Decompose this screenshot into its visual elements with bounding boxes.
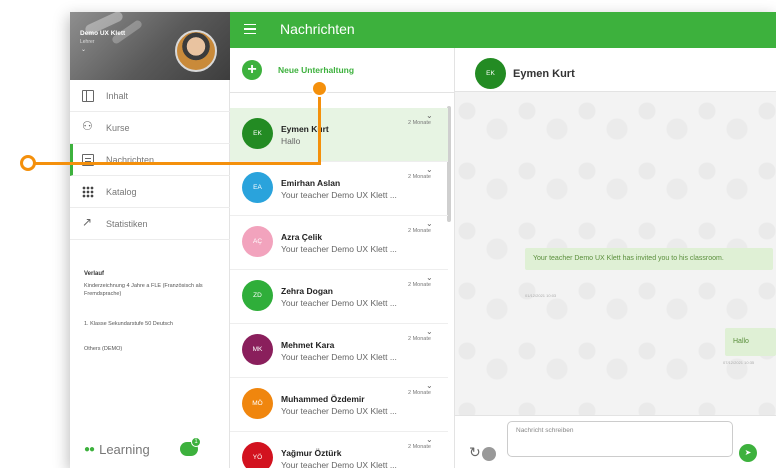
avatar: EA xyxy=(242,172,273,203)
conversation-name: Yağmur Öztürk xyxy=(281,448,342,458)
chat-header: EK Eymen Kurt xyxy=(455,48,776,92)
chevron-down-icon[interactable]: ⌄ xyxy=(426,273,433,282)
conversation-time: 2 Monate xyxy=(408,336,431,342)
conversation-time: 2 Monate xyxy=(408,444,431,450)
chevron-down-icon[interactable]: ⌄ xyxy=(426,381,433,390)
attachment-icon[interactable] xyxy=(482,447,496,461)
annotation-marker xyxy=(311,80,328,97)
sidebar-item-label: Inhalt xyxy=(106,90,129,101)
annotation-marker xyxy=(20,155,36,171)
conversation-name: Zehra Dogan xyxy=(281,286,333,296)
chat-contact-name: Eymen Kurt xyxy=(513,68,575,80)
conversation-preview: Your teacher Demo UX Klett ... xyxy=(281,298,397,308)
avatar: EK xyxy=(242,118,273,149)
sidebar-item-label: Katalog xyxy=(106,186,137,197)
profile-role: Lehrer xyxy=(80,39,95,45)
sidebar-item-label: Statistiken xyxy=(106,218,148,229)
avatar: EK xyxy=(475,58,506,89)
conversation-time: 2 Monate xyxy=(408,174,431,180)
conversation-preview: Your teacher Demo UX Klett ... xyxy=(281,352,397,362)
sidebar-item-nachrichten[interactable]: Nachrichten xyxy=(70,144,230,176)
new-conversation-label: Neue Unterhaltung xyxy=(278,65,355,75)
conversation-time: 2 Monate xyxy=(408,228,431,234)
sidebar-item-inhalt[interactable]: Inhalt xyxy=(70,80,230,112)
message-bubble: Hallo xyxy=(725,328,776,356)
brand-logo: ●● Learning xyxy=(84,442,150,457)
profile-name: Demo UX Klett xyxy=(80,30,126,37)
message-bubble: Your teacher Demo UX Klett has invited y… xyxy=(525,248,773,270)
conversation-item[interactable]: ZD Zehra Dogan Your teacher Demo UX Klet… xyxy=(230,270,448,324)
conversation-name: Muhammed Özdemir xyxy=(281,394,365,404)
annotation-line xyxy=(34,162,321,165)
conversation-name: Emirhan Aslan xyxy=(281,178,341,188)
people-icon xyxy=(82,119,94,134)
notification-badge: 1 xyxy=(191,437,201,447)
conversation-item[interactable]: MK Mehmet Kara Your teacher Demo UX Klet… xyxy=(230,324,448,378)
message-area[interactable]: Your teacher Demo UX Klett has invited y… xyxy=(455,93,776,415)
sidebar-item-katalog[interactable]: Katalog xyxy=(70,176,230,208)
conversation-name: Eymen Kurt xyxy=(281,124,329,134)
profile-header[interactable]: Demo UX Klett Lehrer ⌄ xyxy=(70,12,230,80)
logo-dots-icon: ●● xyxy=(84,444,95,455)
app-window: Demo UX Klett Lehrer ⌄ Inhalt Kurse Nach… xyxy=(70,12,776,468)
plus-icon: + xyxy=(242,60,262,80)
conversation-time: 2 Monate xyxy=(408,390,431,396)
conversation-item[interactable]: MÖ Muhammed Özdemir Your teacher Demo UX… xyxy=(230,378,448,432)
history-title: Verlauf xyxy=(84,271,105,277)
new-conversation-button[interactable]: + Neue Unterhaltung xyxy=(242,60,354,80)
message-timestamp: 01/12/2021 10:03 xyxy=(525,293,557,298)
avatar: MÖ xyxy=(242,388,273,419)
chevron-down-icon[interactable]: ⌄ xyxy=(81,46,86,53)
chevron-down-icon[interactable]: ⌄ xyxy=(426,327,433,336)
message-input[interactable]: Nachricht schreiben xyxy=(507,421,733,457)
conversation-preview: Your teacher Demo UX Klett ... xyxy=(281,406,397,416)
page-title: Nachrichten xyxy=(280,21,355,37)
chevron-down-icon[interactable]: ⌄ xyxy=(426,219,433,228)
chart-icon xyxy=(82,215,94,230)
chevron-down-icon[interactable]: ⌄ xyxy=(426,165,433,174)
brand-name: Learning xyxy=(99,442,150,457)
conversation-preview: Your teacher Demo UX Klett ... xyxy=(281,460,397,468)
history-item[interactable]: Kinderzeichnung 4 Jahre a FLE (Französis… xyxy=(84,282,214,298)
conversation-time: 2 Monate xyxy=(408,120,431,126)
conversation-name: Mehmet Kara xyxy=(281,340,335,350)
message-composer: ↻ Nachricht schreiben ➤ xyxy=(455,415,776,468)
conversation-item[interactable]: EA Emirhan Aslan Your teacher Demo UX Kl… xyxy=(230,162,448,216)
history-item[interactable]: 1. Klasse Sekundarstufe 50 Deutsch xyxy=(84,320,214,328)
grid-icon xyxy=(82,185,94,198)
conversation-name: Azra Çelik xyxy=(281,232,323,242)
sidebar-item-statistiken[interactable]: Statistiken xyxy=(70,208,230,240)
chevron-down-icon[interactable]: ⌄ xyxy=(426,111,433,120)
sidebar-item-kurse[interactable]: Kurse xyxy=(70,112,230,144)
conversation-preview: Your teacher Demo UX Klett ... xyxy=(281,190,397,200)
history-item[interactable]: Others (DEMO) xyxy=(84,345,214,353)
message-timestamp: 07/12/2021 10:35 xyxy=(723,360,755,365)
reload-icon[interactable]: ↻ xyxy=(469,444,481,461)
avatar: MK xyxy=(242,334,273,365)
send-button[interactable]: ➤ xyxy=(739,444,757,462)
sidebar-item-label: Kurse xyxy=(106,122,130,133)
avatar: AÇ xyxy=(242,226,273,257)
conversation-preview: Your teacher Demo UX Klett ... xyxy=(281,244,397,254)
avatar: YÖ xyxy=(242,442,273,468)
chevron-down-icon[interactable]: ⌄ xyxy=(426,435,433,444)
avatar xyxy=(175,30,217,72)
top-bar: Nachrichten xyxy=(230,12,776,48)
chat-pane: EK Eymen Kurt Your teacher Demo UX Klett… xyxy=(455,48,776,468)
conversation-time: 2 Monate xyxy=(408,282,431,288)
conversation-item[interactable]: YÖ Yağmur Öztürk Your teacher Demo UX Kl… xyxy=(230,432,448,468)
sidebar: Demo UX Klett Lehrer ⌄ Inhalt Kurse Nach… xyxy=(70,12,230,468)
conversation-item[interactable]: EK Eymen Kurt Hallo 2 Monate ⌄ xyxy=(230,108,448,162)
annotation-line xyxy=(318,90,321,165)
conversation-list: + Neue Unterhaltung EK Eymen Kurt Hallo … xyxy=(230,48,455,468)
avatar: ZD xyxy=(242,280,273,311)
conversation-preview: Hallo xyxy=(281,136,301,146)
conversation-item[interactable]: AÇ Azra Çelik Your teacher Demo UX Klett… xyxy=(230,216,448,270)
book-icon xyxy=(82,89,94,102)
menu-icon[interactable] xyxy=(244,24,256,34)
